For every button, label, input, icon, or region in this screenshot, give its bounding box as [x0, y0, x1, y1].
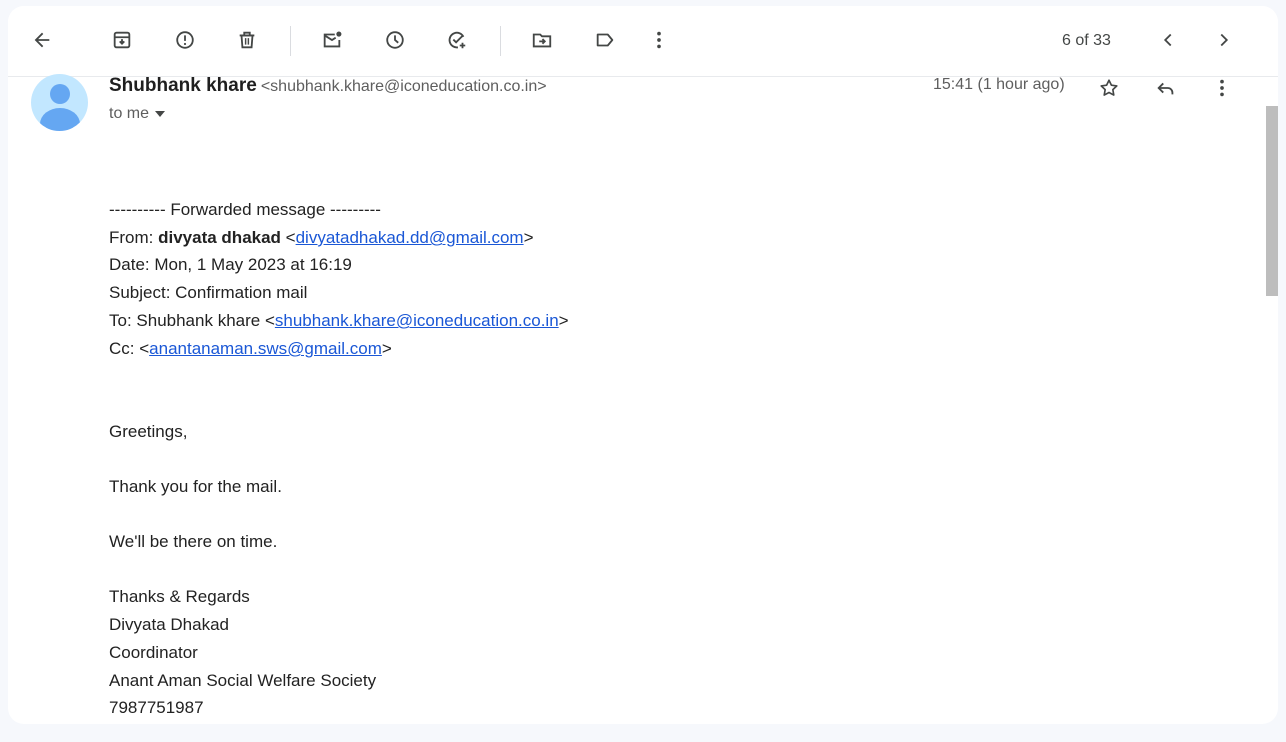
move-to-icon[interactable]: [525, 23, 559, 57]
caret-down-icon: [155, 111, 166, 117]
toolbar-separator: [500, 26, 501, 56]
recipient-details-toggle[interactable]: to me: [109, 105, 166, 123]
sender-email: <shubhank.khare@iconeducation.co.in>: [260, 78, 547, 95]
more-vert-icon[interactable]: [642, 23, 676, 57]
pager-count: 6 of 33: [1062, 32, 1111, 49]
avatar-body: [40, 108, 80, 131]
forward-date: Date: Mon, 1 May 2023 at 16:19: [109, 255, 352, 274]
delete-icon[interactable]: [230, 23, 264, 57]
email-view: 6 of 33 Shubhank khare <shubhank.khare@ic…: [8, 6, 1278, 724]
sender-line: Shubhank khare <shubhank.khare@iconeducat…: [109, 75, 547, 97]
reply-icon[interactable]: [1150, 72, 1182, 104]
snooze-icon[interactable]: [378, 23, 412, 57]
body-line: Thank you for the mail.: [109, 477, 282, 496]
sender-name[interactable]: Shubhank khare: [109, 75, 257, 96]
archive-icon[interactable]: [105, 23, 139, 57]
to-prefix: To: Shubhank khare <: [109, 311, 275, 330]
to-label: to me: [109, 105, 150, 122]
avatar[interactable]: [31, 74, 88, 131]
signoff: Thanks & Regards: [109, 587, 250, 606]
chevron-left-icon[interactable]: [1151, 23, 1185, 57]
signature-org: Anant Aman Social Welfare Society: [109, 671, 377, 690]
signature-title: Coordinator: [109, 643, 198, 662]
body-line: We'll be there on time.: [109, 532, 278, 551]
signature-phone: 7987751987: [109, 698, 204, 717]
from-name: divyata dhakad: [158, 228, 281, 247]
more-vert-icon[interactable]: [1206, 72, 1238, 104]
forward-cc: Cc: <anantanaman.sws@gmail.com>: [109, 339, 392, 358]
report-spam-icon[interactable]: [168, 23, 202, 57]
forward-header: ---------- Forwarded message ---------: [109, 200, 381, 219]
label-icon[interactable]: [588, 23, 622, 57]
signature-name: Divyata Dhakad: [109, 615, 230, 634]
chevron-right-icon[interactable]: [1207, 23, 1241, 57]
scrollbar-thumb[interactable]: [1266, 106, 1278, 296]
forward-to: To: Shubhank khare <shubhank.khare@icone…: [109, 311, 569, 330]
back-arrow-icon[interactable]: [25, 23, 59, 57]
forward-from: From: divyata dhakad <divyatadhakad.dd@g…: [109, 228, 534, 247]
greeting: Greetings,: [109, 422, 188, 441]
add-to-tasks-icon[interactable]: [440, 23, 474, 57]
star-icon[interactable]: [1093, 72, 1125, 104]
to-email-link[interactable]: shubhank.khare@iconeducation.co.in: [275, 311, 559, 330]
toolbar-separator: [290, 26, 291, 56]
cc-email-link[interactable]: anantanaman.sws@gmail.com: [149, 339, 382, 358]
mark-unread-icon[interactable]: [315, 23, 349, 57]
toolbar: 6 of 33: [8, 6, 1278, 77]
message-timestamp: 15:41 (1 hour ago): [933, 76, 1065, 93]
from-label: From:: [109, 228, 159, 247]
cc-prefix: Cc: <: [109, 339, 150, 358]
from-email-link[interactable]: divyatadhakad.dd@gmail.com: [296, 228, 524, 247]
avatar-head: [50, 84, 70, 104]
forward-subject: Subject: Confirmation mail: [109, 283, 308, 302]
